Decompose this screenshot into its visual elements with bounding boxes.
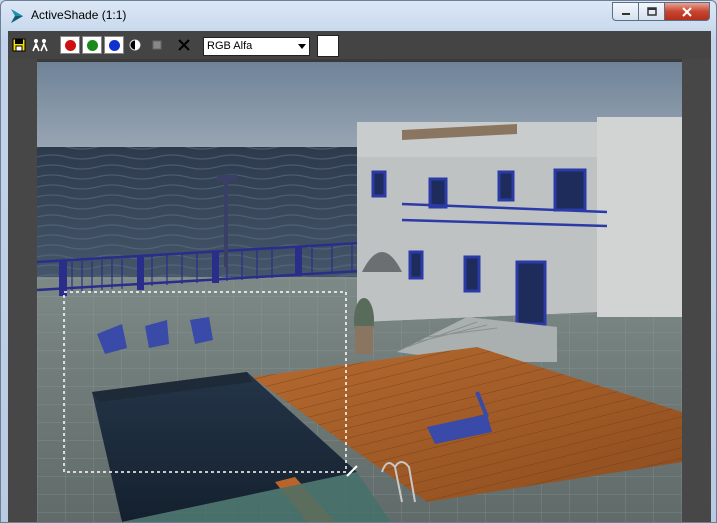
save-image-button[interactable] bbox=[11, 36, 27, 54]
monochrome-button[interactable] bbox=[128, 36, 142, 54]
activeshade-window: ActiveShade (1:1) RGB Alfa bbox=[0, 0, 717, 523]
clear-button[interactable] bbox=[176, 36, 192, 54]
save-icon bbox=[12, 38, 26, 52]
blue-channel-button[interactable] bbox=[104, 36, 124, 54]
color-swatch[interactable] bbox=[317, 35, 339, 57]
square-icon bbox=[152, 40, 162, 50]
close-icon bbox=[682, 6, 692, 17]
render-viewport[interactable] bbox=[37, 62, 682, 522]
maximize-button[interactable] bbox=[638, 2, 665, 21]
viewport-margin-left bbox=[8, 59, 37, 522]
rendered-scene-image bbox=[37, 62, 682, 522]
x-icon bbox=[178, 39, 190, 51]
red-dot-icon bbox=[64, 39, 76, 51]
window-client-area: RGB Alfa bbox=[8, 31, 711, 522]
green-dot-icon bbox=[86, 39, 98, 51]
blue-dot-icon bbox=[108, 39, 120, 51]
channel-select-value: RGB Alfa bbox=[207, 40, 253, 52]
channel-select[interactable]: RGB Alfa bbox=[203, 37, 310, 56]
clone-people-icon bbox=[32, 39, 48, 52]
maximize-icon bbox=[646, 7, 657, 16]
clone-window-button[interactable] bbox=[30, 36, 50, 54]
3dsmax-app-icon bbox=[11, 9, 23, 23]
green-channel-button[interactable] bbox=[82, 36, 102, 54]
half-circle-icon bbox=[129, 39, 141, 51]
close-button[interactable] bbox=[664, 2, 710, 21]
alpha-button[interactable] bbox=[150, 36, 164, 54]
window-title: ActiveShade (1:1) bbox=[31, 8, 127, 22]
minimize-icon bbox=[621, 12, 630, 15]
minimize-button[interactable] bbox=[612, 2, 639, 21]
render-toolbar: RGB Alfa bbox=[8, 31, 711, 59]
title-bar[interactable]: ActiveShade (1:1) bbox=[1, 1, 716, 31]
viewport-margin-right bbox=[682, 59, 711, 522]
red-channel-button[interactable] bbox=[60, 36, 80, 54]
chevron-down-icon bbox=[298, 44, 306, 49]
